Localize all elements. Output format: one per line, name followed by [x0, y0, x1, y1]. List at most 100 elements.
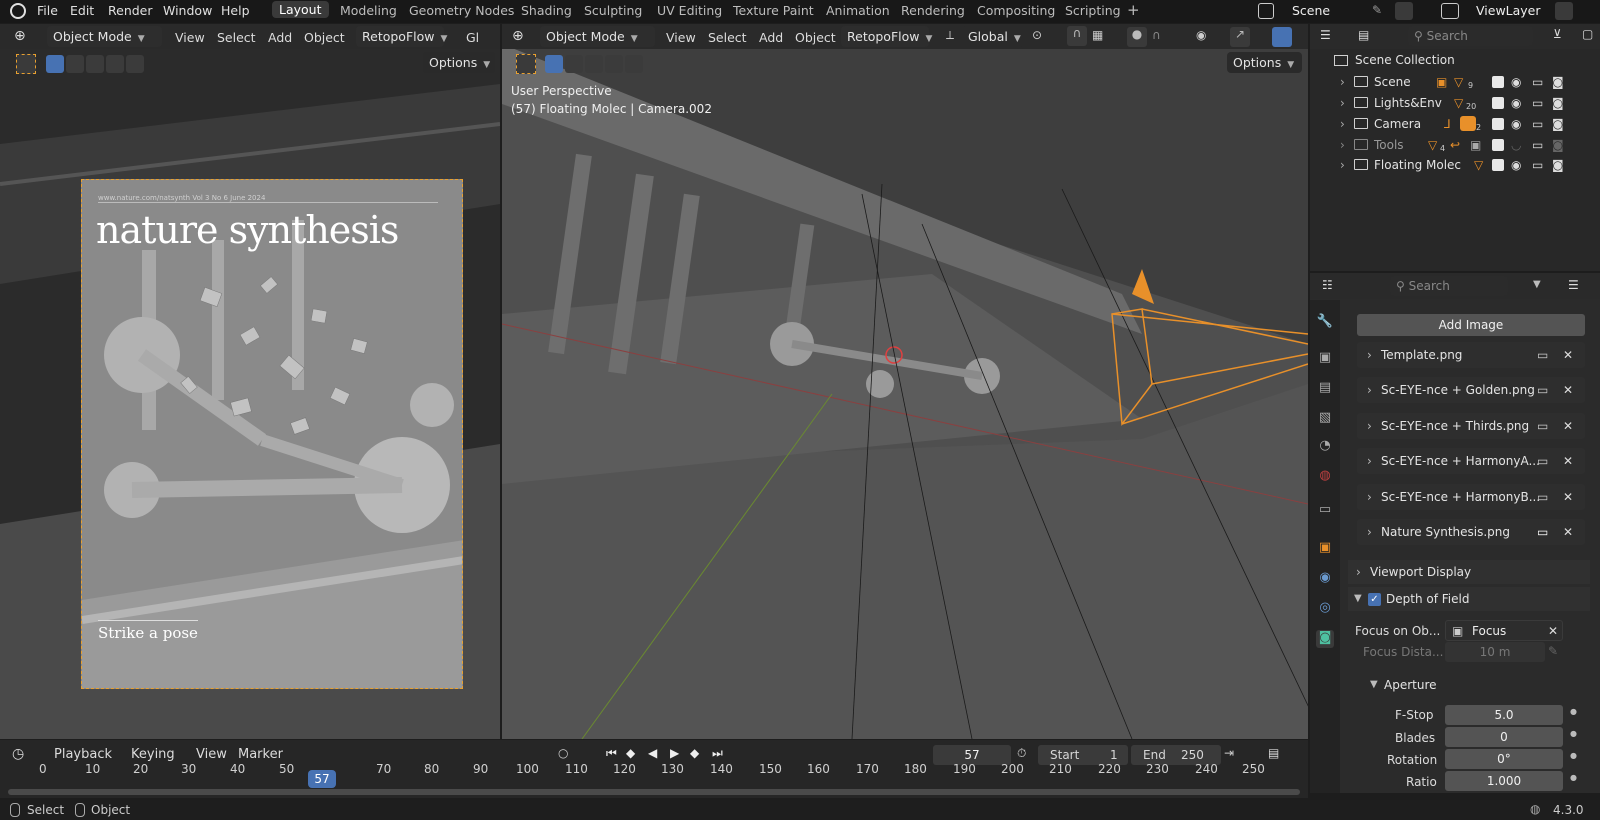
outliner-new-collection-icon[interactable]: ▢	[1582, 27, 1593, 41]
pin-icon[interactable]: ✎	[1372, 3, 1382, 17]
expand-arrow-icon[interactable]: ›	[1340, 93, 1345, 113]
new-scene-icon[interactable]	[1395, 2, 1413, 20]
right-mode-dropdown[interactable]: Object Mode ▼	[540, 26, 655, 47]
prev-keyframe-icon[interactable]: ◆	[626, 746, 635, 760]
outliner-row-camera[interactable]: › Camera ⅃ 2 ◉ ▭ ◙	[1308, 114, 1578, 134]
ratio-field[interactable]: 1.000	[1445, 771, 1563, 791]
right-viewport[interactable]: ⊕ Object Mode ▼ View Select Add Object Re…	[502, 24, 1308, 739]
tab-rendering[interactable]: Rendering	[901, 3, 965, 18]
remove-icon[interactable]: ✕	[1563, 413, 1573, 439]
checkbox-icon[interactable]	[1492, 118, 1504, 130]
right-select-subtract-icon[interactable]	[585, 55, 603, 73]
blades-field[interactable]: 0	[1445, 727, 1563, 747]
right-editor-type-icon[interactable]: ⊕	[512, 28, 524, 44]
play-reverse-icon[interactable]: ◀	[648, 746, 657, 760]
right-select-extend-icon[interactable]	[565, 55, 583, 73]
remove-icon[interactable]: ✕	[1563, 484, 1573, 510]
left-retopoflow-dropdown[interactable]: RetopoFlow ▼	[356, 26, 447, 47]
left-menu-view[interactable]: View	[175, 30, 205, 45]
editor-type-icon[interactable]: ⊕	[14, 28, 26, 44]
left-select-subtract-icon[interactable]	[86, 55, 104, 73]
outliner-search[interactable]: ⚲ Search	[1408, 26, 1533, 46]
clear-focus-icon[interactable]: ✕	[1548, 621, 1558, 642]
properties-options-dropdown-icon[interactable]: ▼	[1533, 279, 1541, 290]
keyframe-dot-icon[interactable]: ●	[1570, 707, 1577, 716]
outliner-editor-icon[interactable]: ☰	[1320, 28, 1331, 42]
monitor-icon[interactable]: ▭	[1537, 484, 1548, 510]
timeline-settings-icon[interactable]: ▤	[1268, 746, 1279, 760]
left-select-extend-icon[interactable]	[66, 55, 84, 73]
visibility-icon[interactable]: ◉	[1196, 28, 1206, 42]
scene-selector-icon[interactable]	[1258, 3, 1274, 19]
left-menu-select[interactable]: Select	[217, 30, 256, 45]
collection-tab-icon[interactable]: ▭	[1316, 502, 1334, 520]
right-options-dropdown[interactable]: Options ▼	[1227, 52, 1302, 73]
right-menu-select[interactable]: Select	[708, 30, 747, 45]
remove-icon[interactable]: ✕	[1563, 519, 1573, 545]
image-row-harmony-b[interactable]: › Sc-EYE-nce + HarmonyB... ▭ ✕	[1357, 484, 1585, 510]
world-tab-icon[interactable]: ◍	[1316, 468, 1334, 486]
right-select-tool-icon[interactable]	[516, 54, 536, 74]
render-tab-icon[interactable]: ▣	[1316, 350, 1334, 368]
pivot-point-icon[interactable]: ⊙	[1032, 28, 1042, 42]
expand-arrow-icon[interactable]: ›	[1367, 519, 1372, 545]
eye-hidden-icon[interactable]: ◡	[1511, 135, 1521, 155]
monitor-icon[interactable]: ▭	[1537, 342, 1548, 368]
expand-arrow-icon[interactable]: ›	[1367, 413, 1372, 439]
add-workspace-icon[interactable]: +	[1127, 1, 1140, 19]
monitor-icon[interactable]: ▭	[1537, 413, 1548, 439]
left-viewport[interactable]: ⊕ Object Mode ▼ View Select Add Object Re…	[0, 24, 500, 739]
fstop-field[interactable]: 5.0	[1445, 705, 1563, 725]
expand-arrow-icon[interactable]: ›	[1340, 135, 1345, 155]
camera-render-icon[interactable]: ◙	[1552, 155, 1564, 175]
checkbox-icon[interactable]	[1492, 139, 1504, 151]
monitor-icon[interactable]: ▭	[1537, 448, 1548, 474]
collapse-arrow-icon[interactable]: ▼	[1354, 587, 1362, 611]
menu-file[interactable]: File	[37, 3, 58, 18]
right-select-new-icon[interactable]	[545, 55, 563, 73]
right-retopoflow-dropdown[interactable]: RetopoFlow ▼	[841, 26, 932, 47]
aperture-subpanel[interactable]: ▼ Aperture	[1370, 675, 1590, 695]
view-layer-tab-icon[interactable]: ▧	[1316, 410, 1334, 428]
gizmo-icon[interactable]: ↗	[1230, 27, 1250, 47]
tab-geometry-nodes[interactable]: Geometry Nodes	[409, 3, 514, 18]
right-menu-view[interactable]: View	[666, 30, 696, 45]
rotation-field[interactable]: 0°	[1445, 749, 1563, 769]
tab-compositing[interactable]: Compositing	[977, 3, 1055, 18]
menu-window[interactable]: Window	[163, 3, 212, 18]
monitor-icon[interactable]: ▭	[1537, 519, 1548, 545]
tab-animation[interactable]: Animation	[826, 3, 890, 18]
camera-render-icon[interactable]: ◙	[1552, 135, 1564, 155]
properties-list-icon[interactable]: ☰	[1568, 278, 1579, 292]
monitor-icon[interactable]: ▭	[1532, 155, 1543, 175]
expand-arrow-icon[interactable]: ›	[1340, 72, 1345, 92]
outliner-row-lights-env[interactable]: › Lights&Env ▽ 20 ◉ ▭ ◙	[1308, 93, 1578, 113]
stopwatch-icon[interactable]: ⏱	[1017, 746, 1026, 761]
monitor-icon[interactable]: ▭	[1532, 135, 1543, 155]
eye-icon[interactable]: ◉	[1511, 114, 1521, 134]
expand-arrow-icon[interactable]: ›	[1367, 448, 1372, 474]
right-select-invert-icon[interactable]	[605, 55, 623, 73]
left-menu-add[interactable]: Add	[268, 30, 292, 45]
output-tab-icon[interactable]: ▤	[1316, 380, 1334, 398]
scene-tab-icon[interactable]: ◔	[1316, 438, 1334, 456]
left-transform-orientation[interactable]: Gl	[466, 30, 479, 45]
play-icon[interactable]: ▶	[670, 746, 679, 760]
outliner-display-mode-icon[interactable]: ▤	[1358, 28, 1369, 42]
snap-icon[interactable]: ∩	[1067, 26, 1087, 46]
tab-layout[interactable]: Layout	[272, 1, 329, 18]
falloff-icon[interactable]: ∩	[1152, 28, 1161, 42]
object-tab-icon[interactable]: ▣	[1316, 540, 1334, 558]
playback-menu[interactable]: Playback	[54, 747, 112, 762]
monitor-icon[interactable]: ▭	[1537, 377, 1548, 403]
menu-edit[interactable]: Edit	[70, 3, 94, 18]
new-viewlayer-icon[interactable]	[1555, 2, 1573, 20]
left-select-new-icon[interactable]	[46, 55, 64, 73]
left-select-invert-icon[interactable]	[106, 55, 124, 73]
jump-end-icon[interactable]: ⏭	[712, 746, 723, 761]
overlay-icon[interactable]	[1272, 27, 1292, 47]
jump-start-icon[interactable]: ⏮	[606, 746, 617, 761]
remove-icon[interactable]: ✕	[1563, 448, 1573, 474]
tab-scripting[interactable]: Scripting	[1065, 3, 1121, 18]
remove-icon[interactable]: ✕	[1563, 342, 1573, 368]
